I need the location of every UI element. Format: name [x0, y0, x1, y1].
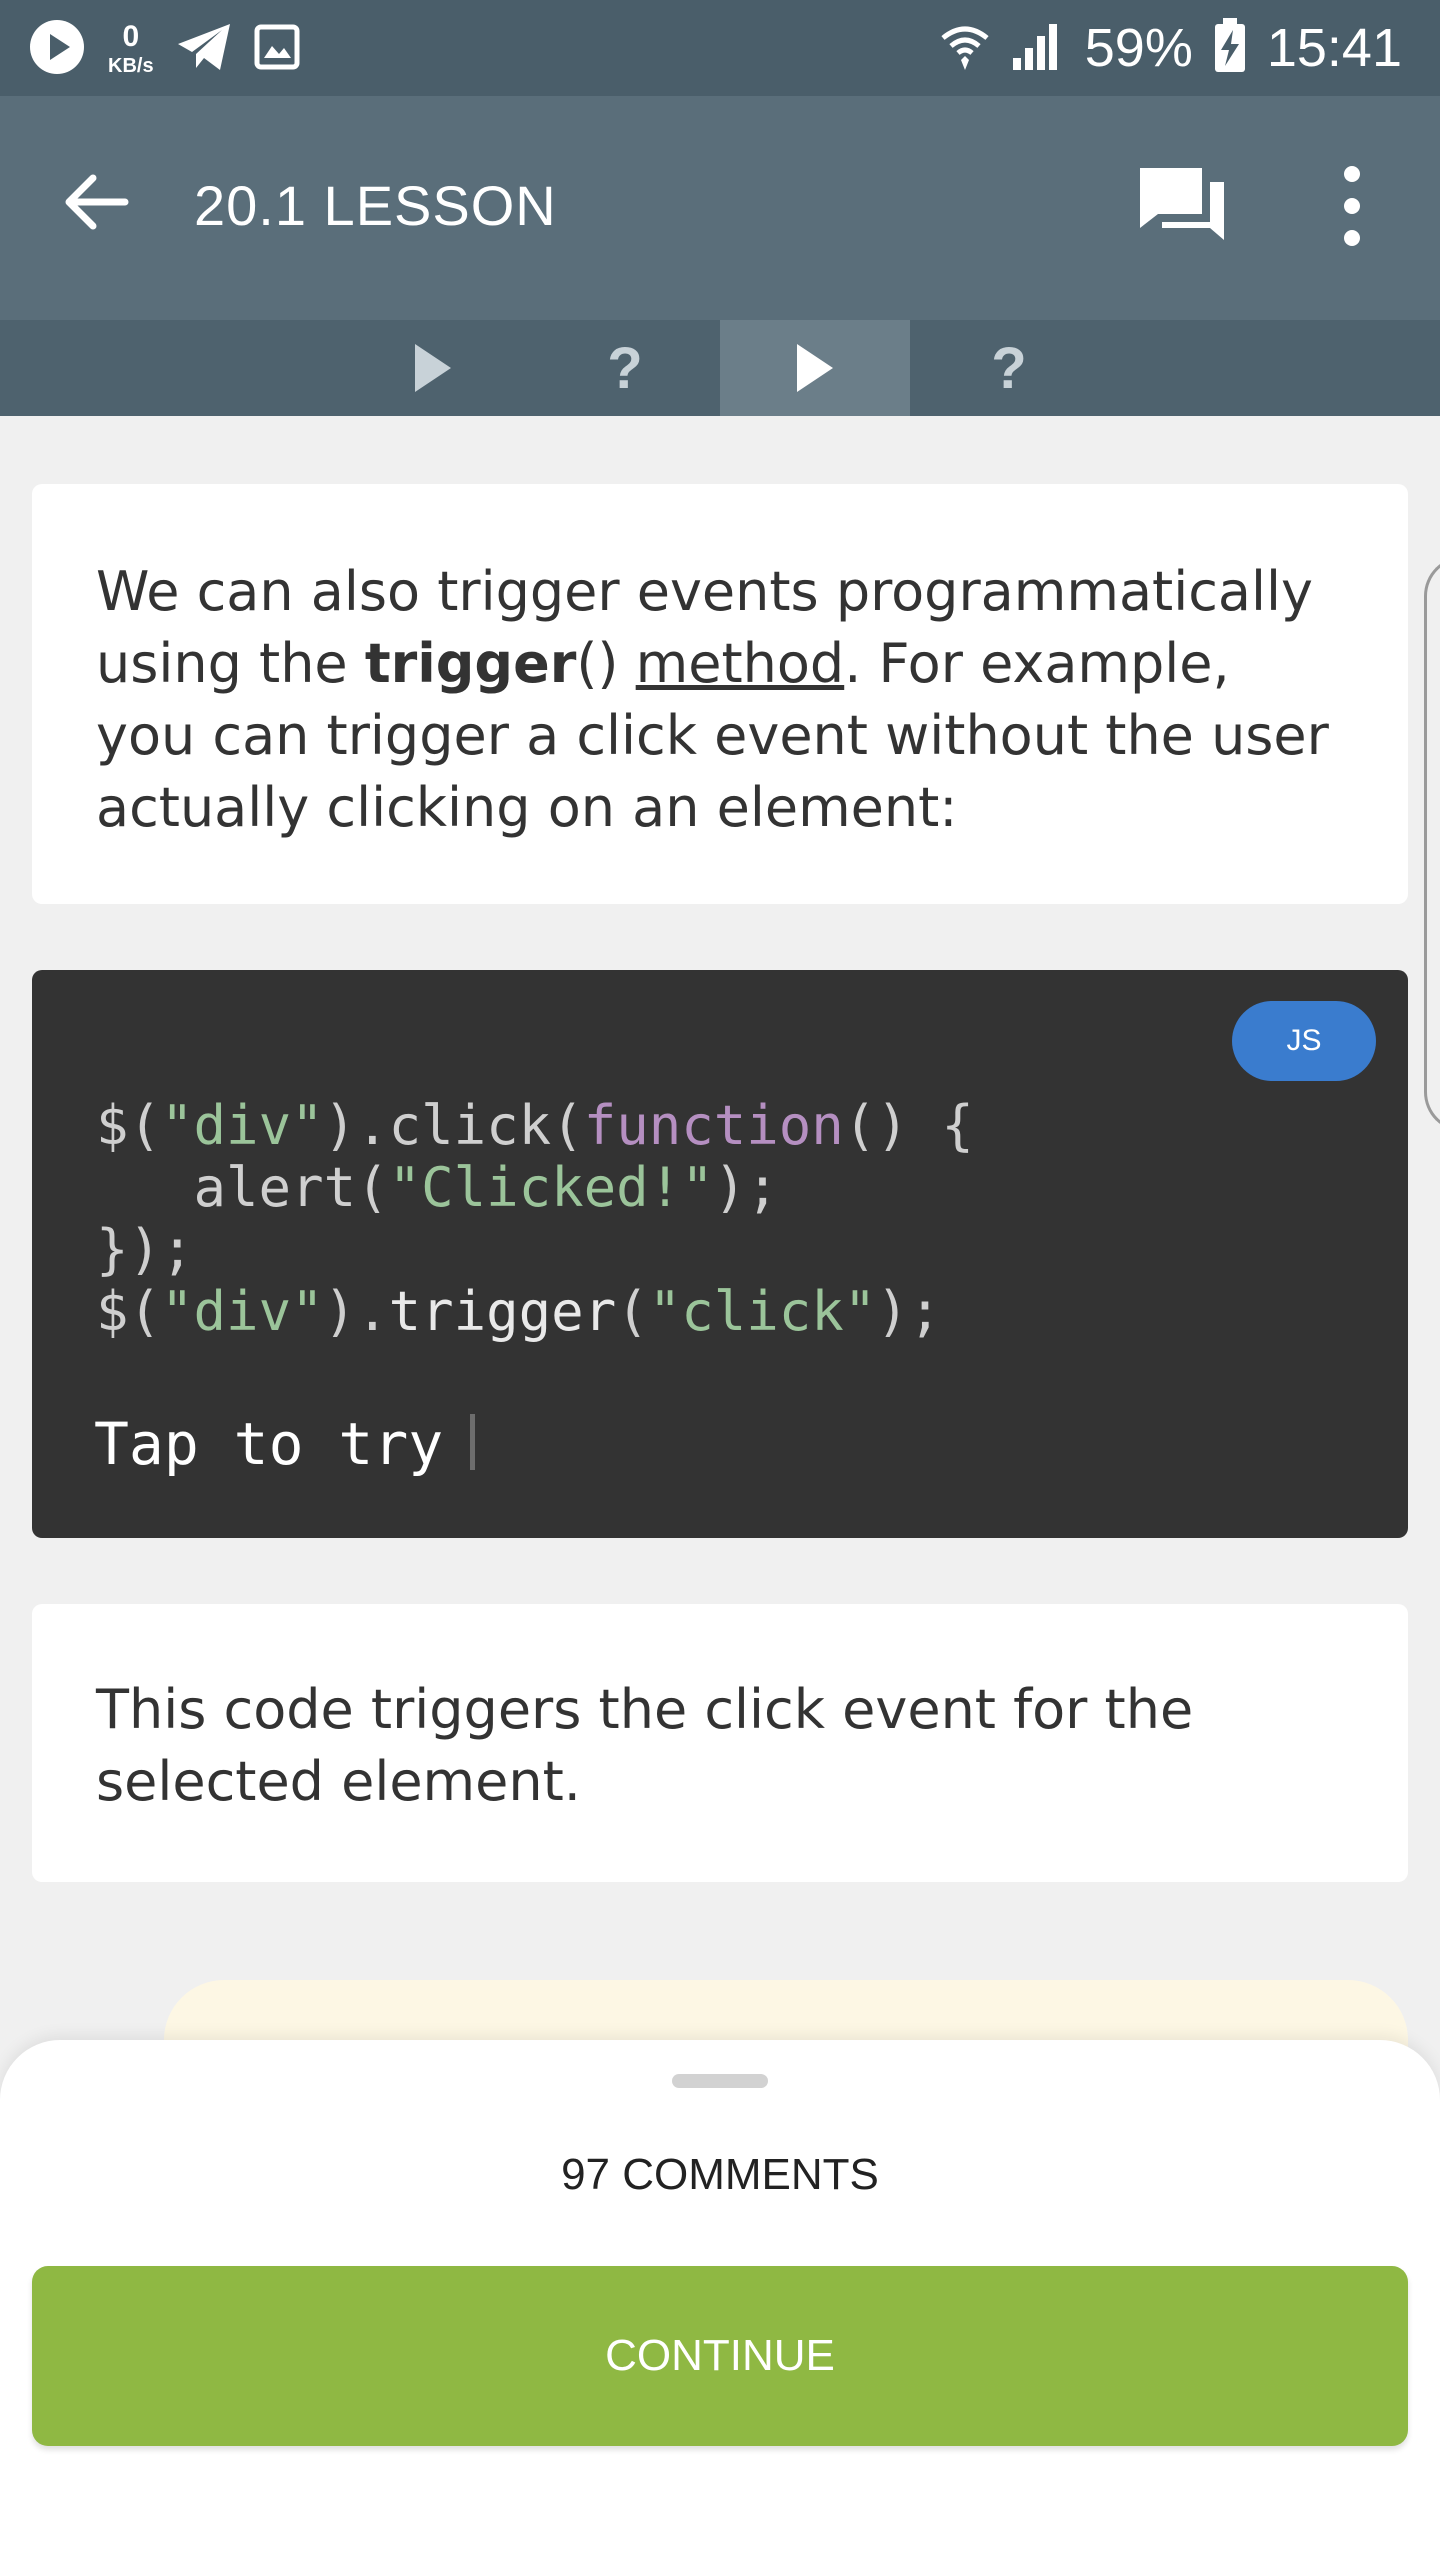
next-page-edge[interactable] — [1424, 556, 1440, 1132]
tab-lesson-2-active[interactable] — [720, 320, 910, 416]
lesson-title: 20.1 LESSON — [194, 174, 557, 237]
bottom-sheet: 97 COMMENTS CONTINUE — [0, 2040, 1440, 2560]
continue-button[interactable]: CONTINUE — [32, 2266, 1408, 2446]
explanation-text: This code triggers the click event for t… — [96, 1678, 1194, 1813]
text-caret — [470, 1414, 475, 1470]
tab-quiz-1[interactable]: ? — [530, 320, 720, 416]
play-status-icon — [28, 18, 86, 80]
more-vert-icon — [1344, 166, 1360, 182]
explanation-card: This code triggers the click event for t… — [32, 1604, 1408, 1882]
signal-icon — [1011, 20, 1065, 76]
battery-charging-icon — [1213, 18, 1247, 78]
more-options-button[interactable] — [1324, 166, 1380, 246]
intro-card: We can also trigger events programmatica… — [32, 484, 1408, 904]
lesson-tabs: ? ? — [0, 320, 1440, 416]
comments-button[interactable] — [1136, 164, 1228, 252]
status-bar: 0 KB/s 59% 15:41 — [0, 0, 1440, 96]
keyword-trigger: trigger — [364, 632, 577, 695]
image-icon — [254, 24, 300, 74]
tap-to-try[interactable]: Tap to try — [94, 1404, 443, 1484]
back-button[interactable] — [60, 168, 132, 240]
tab-lesson-1[interactable] — [338, 320, 528, 416]
back-arrow-icon — [63, 172, 129, 236]
battery-percent: 59% — [1084, 18, 1193, 78]
wifi-icon — [939, 20, 991, 76]
speed-unit: KB/s — [108, 55, 154, 77]
comments-count-button[interactable]: 97 COMMENTS — [0, 2140, 1440, 2210]
code-snippet: $("div").click(function() { alert("Click… — [96, 1094, 974, 1343]
speed-value: 0 — [122, 20, 140, 53]
play-icon — [415, 344, 451, 392]
telegram-icon — [176, 22, 232, 76]
language-badge: JS — [1232, 1001, 1376, 1081]
intro-text: We can also trigger events programmatica… — [96, 560, 1329, 839]
play-icon — [797, 344, 833, 392]
sheet-drag-handle[interactable] — [672, 2074, 768, 2088]
app-bar: 20.1 LESSON ? ? — [0, 96, 1440, 416]
network-speed: 0 KB/s — [108, 20, 154, 77]
tab-quiz-2[interactable]: ? — [914, 320, 1104, 416]
chat-icon — [1136, 168, 1228, 256]
clock: 15:41 — [1266, 18, 1402, 78]
method-link[interactable]: method — [636, 632, 845, 695]
